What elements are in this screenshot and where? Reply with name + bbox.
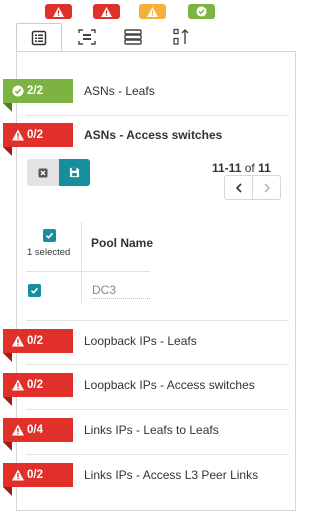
section-badge: 0/2 (3, 123, 73, 156)
pagination-total: 11 (258, 161, 271, 175)
section-badge: 0/2 (3, 463, 73, 496)
save-icon (69, 167, 80, 178)
status-badge-error[interactable] (45, 4, 72, 19)
section-badge: 0/4 (3, 418, 73, 451)
tab-list[interactable] (16, 23, 62, 52)
prev-page-button[interactable] (225, 176, 252, 199)
selected-count: 1 selected (27, 247, 71, 258)
status-badge-warning[interactable] (139, 4, 166, 19)
tab-servers[interactable] (110, 23, 156, 51)
next-page-button[interactable] (252, 176, 280, 199)
tab-bar (16, 23, 204, 52)
column-header-pool-name[interactable]: Pool Name (91, 236, 153, 250)
divider (26, 364, 289, 365)
section-title[interactable]: Links IPs - Access L3 Peer Links (84, 468, 258, 482)
pagination-summary: 11-11 of 11 (212, 161, 271, 175)
section-badge: 0/2 (3, 373, 73, 406)
check-icon (30, 287, 39, 294)
warning-icon (12, 129, 24, 141)
warning-icon (12, 335, 24, 347)
check-circle-icon (196, 6, 207, 17)
divider (26, 409, 289, 410)
warning-icon (12, 379, 24, 391)
warning-icon (12, 469, 24, 481)
pagination-controls (224, 175, 281, 200)
save-button[interactable] (59, 159, 90, 186)
chevron-right-icon (263, 182, 270, 193)
section-badge: 0/2 (3, 329, 73, 362)
section-title[interactable]: ASNs - Access switches (84, 128, 222, 142)
tab-sort[interactable] (158, 23, 204, 51)
pagination-range: 11-11 (212, 161, 242, 175)
status-badge-error[interactable] (93, 4, 120, 19)
check-circle-icon (12, 85, 24, 97)
warning-icon (147, 6, 158, 17)
column-divider (81, 222, 82, 303)
warning-icon (101, 6, 112, 17)
section-title[interactable]: ASNs - Leafs (84, 84, 155, 98)
warning-icon (53, 6, 64, 17)
section-title[interactable]: Loopback IPs - Access switches (84, 378, 255, 392)
section-title[interactable]: Loopback IPs - Leafs (84, 334, 197, 348)
section-badge: 2/2 (3, 79, 73, 112)
row-divider (26, 271, 150, 272)
tab-panel (16, 51, 296, 511)
chevron-left-icon (235, 182, 242, 193)
tab-scan[interactable] (64, 23, 110, 51)
divider (26, 454, 289, 455)
row-checkbox[interactable] (28, 284, 41, 297)
section-title[interactable]: Links IPs - Leafs to Leafs (84, 423, 219, 437)
sort-icon (173, 28, 189, 45)
divider (26, 115, 289, 116)
list-icon (31, 30, 47, 46)
close-icon (38, 168, 48, 177)
cell-underline (91, 298, 150, 300)
server-stack-icon (124, 29, 142, 45)
status-badge-ok[interactable] (188, 4, 215, 19)
check-icon (45, 232, 54, 239)
divider (26, 320, 289, 321)
pagination-of: of (244, 161, 255, 175)
pool-name-cell[interactable]: DC3 (92, 283, 116, 297)
select-all-checkbox[interactable] (43, 229, 56, 242)
warning-icon (12, 424, 24, 436)
clear-button[interactable] (27, 159, 59, 186)
scan-icon (78, 29, 96, 45)
